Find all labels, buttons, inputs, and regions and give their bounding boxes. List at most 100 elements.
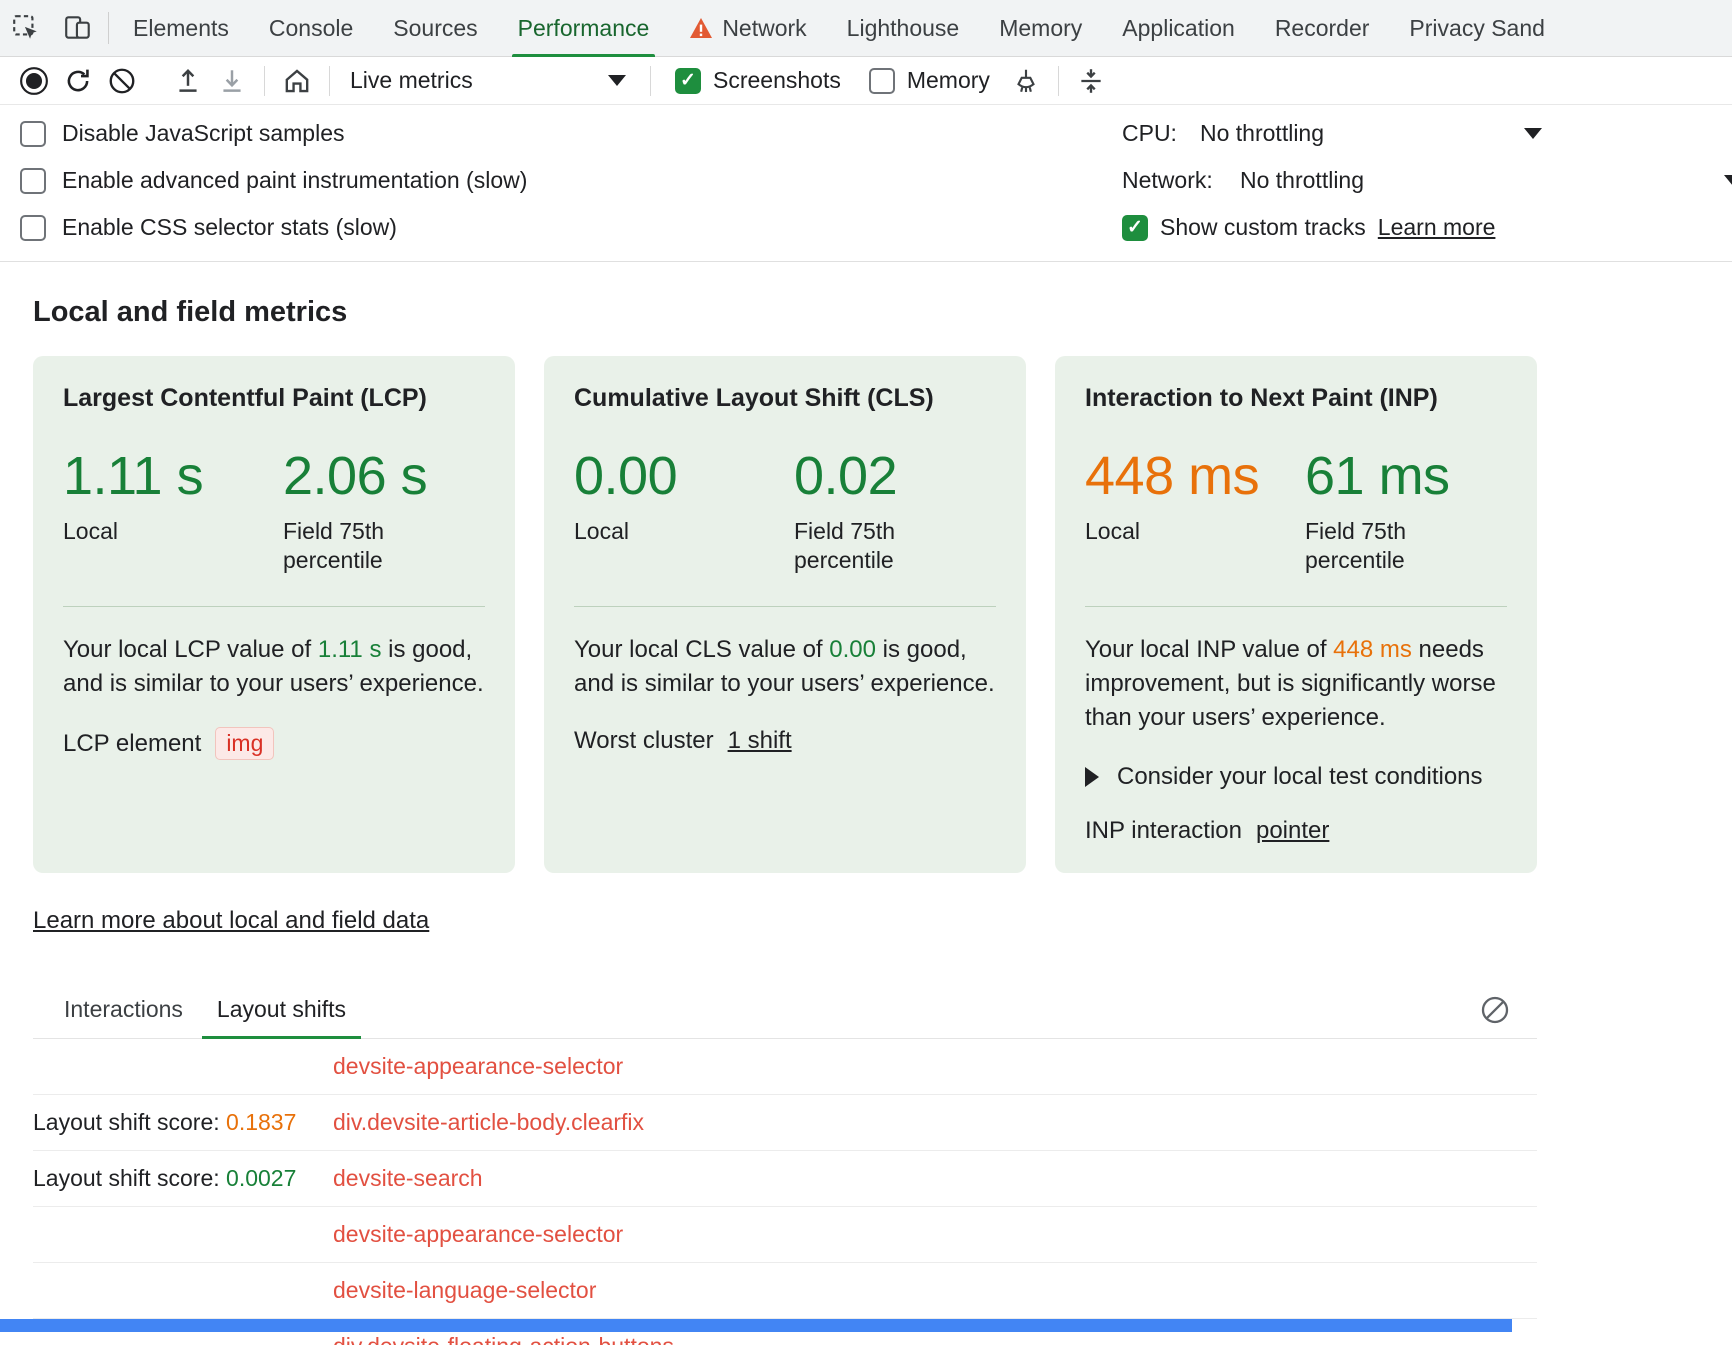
divider <box>329 66 330 96</box>
local-field-data-learn-more-link[interactable]: Learn more about local and field data <box>33 907 429 935</box>
inp-card-title: Interaction to Next Paint (INP) <box>1085 384 1507 413</box>
record-button[interactable] <box>12 61 56 101</box>
node-link[interactable]: div.devsite-article-body.clearfix <box>333 1109 644 1136</box>
tab-performance[interactable]: Performance <box>498 0 670 56</box>
cls-local-value: 0.00 <box>574 445 794 507</box>
node-link[interactable]: devsite-search <box>333 1165 483 1192</box>
lcp-field-label: Field 75th percentile <box>283 517 423 576</box>
layout-shift-row[interactable]: Layout shift score: 0.1837 div.devsite-a… <box>33 1095 1537 1151</box>
chevron-down-icon <box>1724 175 1732 186</box>
inp-interaction-link[interactable]: pointer <box>1256 817 1329 845</box>
node-link[interactable]: devsite-appearance-selector <box>333 1221 623 1248</box>
css-selector-stats-label: Enable CSS selector stats (slow) <box>62 214 397 241</box>
divider <box>63 606 485 607</box>
cleanup-button[interactable] <box>1004 61 1048 101</box>
tab-elements[interactable]: Elements <box>113 0 249 56</box>
tab-memory[interactable]: Memory <box>979 0 1102 56</box>
cpu-throttling-row[interactable]: CPU: No throttling <box>1122 110 1732 157</box>
show-custom-tracks-row[interactable]: Show custom tracks Learn more <box>1122 204 1732 251</box>
network-throttling-row[interactable]: Network: No throttling <box>1122 157 1732 204</box>
layout-shifts-table: devsite-appearance-selector Layout shift… <box>33 1039 1537 1345</box>
inspect-cursor-icon <box>11 13 41 43</box>
tab-sources[interactable]: Sources <box>373 0 497 56</box>
memory-checkbox[interactable] <box>869 68 895 94</box>
advanced-paint-checkbox[interactable] <box>20 168 46 194</box>
page-title: Local and field metrics <box>33 262 1537 329</box>
record-and-reload-button[interactable] <box>56 61 100 101</box>
divider <box>1085 606 1507 607</box>
warning-triangle-icon <box>689 17 713 39</box>
save-profile-button[interactable] <box>210 61 254 101</box>
horizontal-scrollbar-thumb[interactable] <box>0 1319 1512 1332</box>
shift-score: 0.0027 <box>226 1165 296 1191</box>
lcp-element-label: LCP element <box>63 730 201 758</box>
record-icon <box>19 66 49 96</box>
home-live-metrics-button[interactable] <box>275 61 319 101</box>
inspect-element-button[interactable] <box>0 0 52 56</box>
home-icon <box>282 66 312 96</box>
device-toolbar-button[interactable] <box>52 0 104 56</box>
clear-log-button[interactable] <box>1479 994 1511 1026</box>
memory-checkbox-label: Memory <box>907 67 990 94</box>
lcp-card: Largest Contentful Paint (LCP) 1.11 s Lo… <box>33 356 515 873</box>
load-profile-button[interactable] <box>166 61 210 101</box>
screenshots-checkbox-row[interactable]: Screenshots <box>675 67 841 94</box>
cpu-throttling-label: CPU: <box>1122 120 1200 147</box>
lcp-local-label: Local <box>63 517 203 546</box>
layout-shift-row[interactable]: Layout shift score: 0.0027 devsite-searc… <box>33 1151 1537 1207</box>
download-icon <box>217 66 247 96</box>
screenshots-checkbox-label: Screenshots <box>713 67 841 94</box>
divider <box>108 12 109 44</box>
lcp-element-node-chip[interactable]: img <box>215 727 274 760</box>
clear-button[interactable] <box>100 61 144 101</box>
cpu-throttling-value: No throttling <box>1200 120 1324 147</box>
collect-garbage-button[interactable] <box>1069 61 1113 101</box>
node-link[interactable]: div.devsite-floating-action-buttons <box>333 1333 674 1345</box>
chevron-down-icon <box>608 75 626 86</box>
cls-description: Your local CLS value of 0.00 is good, an… <box>574 633 996 701</box>
layout-shift-row[interactable]: devsite-language-selector <box>33 1263 1537 1319</box>
broom-icon <box>1011 66 1041 96</box>
tab-layout-shifts[interactable]: Layout shifts <box>200 981 363 1038</box>
profile-view-select[interactable]: Live metrics <box>340 62 640 100</box>
cls-field-value: 0.02 <box>794 445 934 507</box>
worst-cluster-label: Worst cluster <box>574 727 714 755</box>
lcp-description: Your local LCP value of 1.11 s is good, … <box>63 633 485 701</box>
css-selector-stats-checkbox[interactable] <box>20 215 46 241</box>
node-link[interactable]: devsite-language-selector <box>333 1277 596 1304</box>
tab-network[interactable]: Network <box>669 0 826 56</box>
metric-cards: Largest Contentful Paint (LCP) 1.11 s Lo… <box>33 356 1537 873</box>
tab-application[interactable]: Application <box>1102 0 1255 56</box>
layout-shift-row[interactable]: devsite-appearance-selector <box>33 1039 1537 1095</box>
live-metrics-view: Local and field metrics Largest Contentf… <box>0 262 1732 1345</box>
inp-field-label: Field 75th percentile <box>1305 517 1445 576</box>
network-throttling-value: No throttling <box>1240 167 1364 194</box>
local-test-conditions-disclosure[interactable]: Consider your local test conditions <box>1085 763 1507 791</box>
collect-garbage-icon <box>1076 66 1106 96</box>
inp-local-value: 448 ms <box>1085 445 1305 507</box>
lcp-card-title: Largest Contentful Paint (LCP) <box>63 384 485 413</box>
tab-privacy-sandbox[interactable]: Privacy Sand <box>1389 0 1565 56</box>
cls-field-label: Field 75th percentile <box>794 517 934 576</box>
inp-field-value: 61 ms <box>1305 445 1450 507</box>
device-toolbar-icon <box>63 13 93 43</box>
node-link[interactable]: devsite-appearance-selector <box>333 1053 623 1080</box>
live-metrics-log: Interactions Layout shifts devsite-appea… <box>33 981 1537 1345</box>
tab-console[interactable]: Console <box>249 0 373 56</box>
custom-tracks-learn-more-link[interactable]: Learn more <box>1378 214 1496 241</box>
memory-checkbox-row[interactable]: Memory <box>869 67 990 94</box>
screenshots-checkbox[interactable] <box>675 68 701 94</box>
disable-js-samples-checkbox[interactable] <box>20 121 46 147</box>
divider <box>574 606 996 607</box>
tab-interactions[interactable]: Interactions <box>47 981 200 1038</box>
lcp-field-value: 2.06 s <box>283 445 427 507</box>
tab-lighthouse[interactable]: Lighthouse <box>827 0 980 56</box>
worst-cluster-link[interactable]: 1 shift <box>728 727 792 755</box>
disable-js-samples-label: Disable JavaScript samples <box>62 120 345 147</box>
layout-shift-row[interactable]: devsite-appearance-selector <box>33 1207 1537 1263</box>
tab-recorder[interactable]: Recorder <box>1255 0 1390 56</box>
divider <box>264 66 265 96</box>
capture-settings-pane: Disable JavaScript samples Enable advanc… <box>0 105 1732 262</box>
show-custom-tracks-checkbox[interactable] <box>1122 215 1148 241</box>
inp-local-label: Local <box>1085 517 1225 546</box>
